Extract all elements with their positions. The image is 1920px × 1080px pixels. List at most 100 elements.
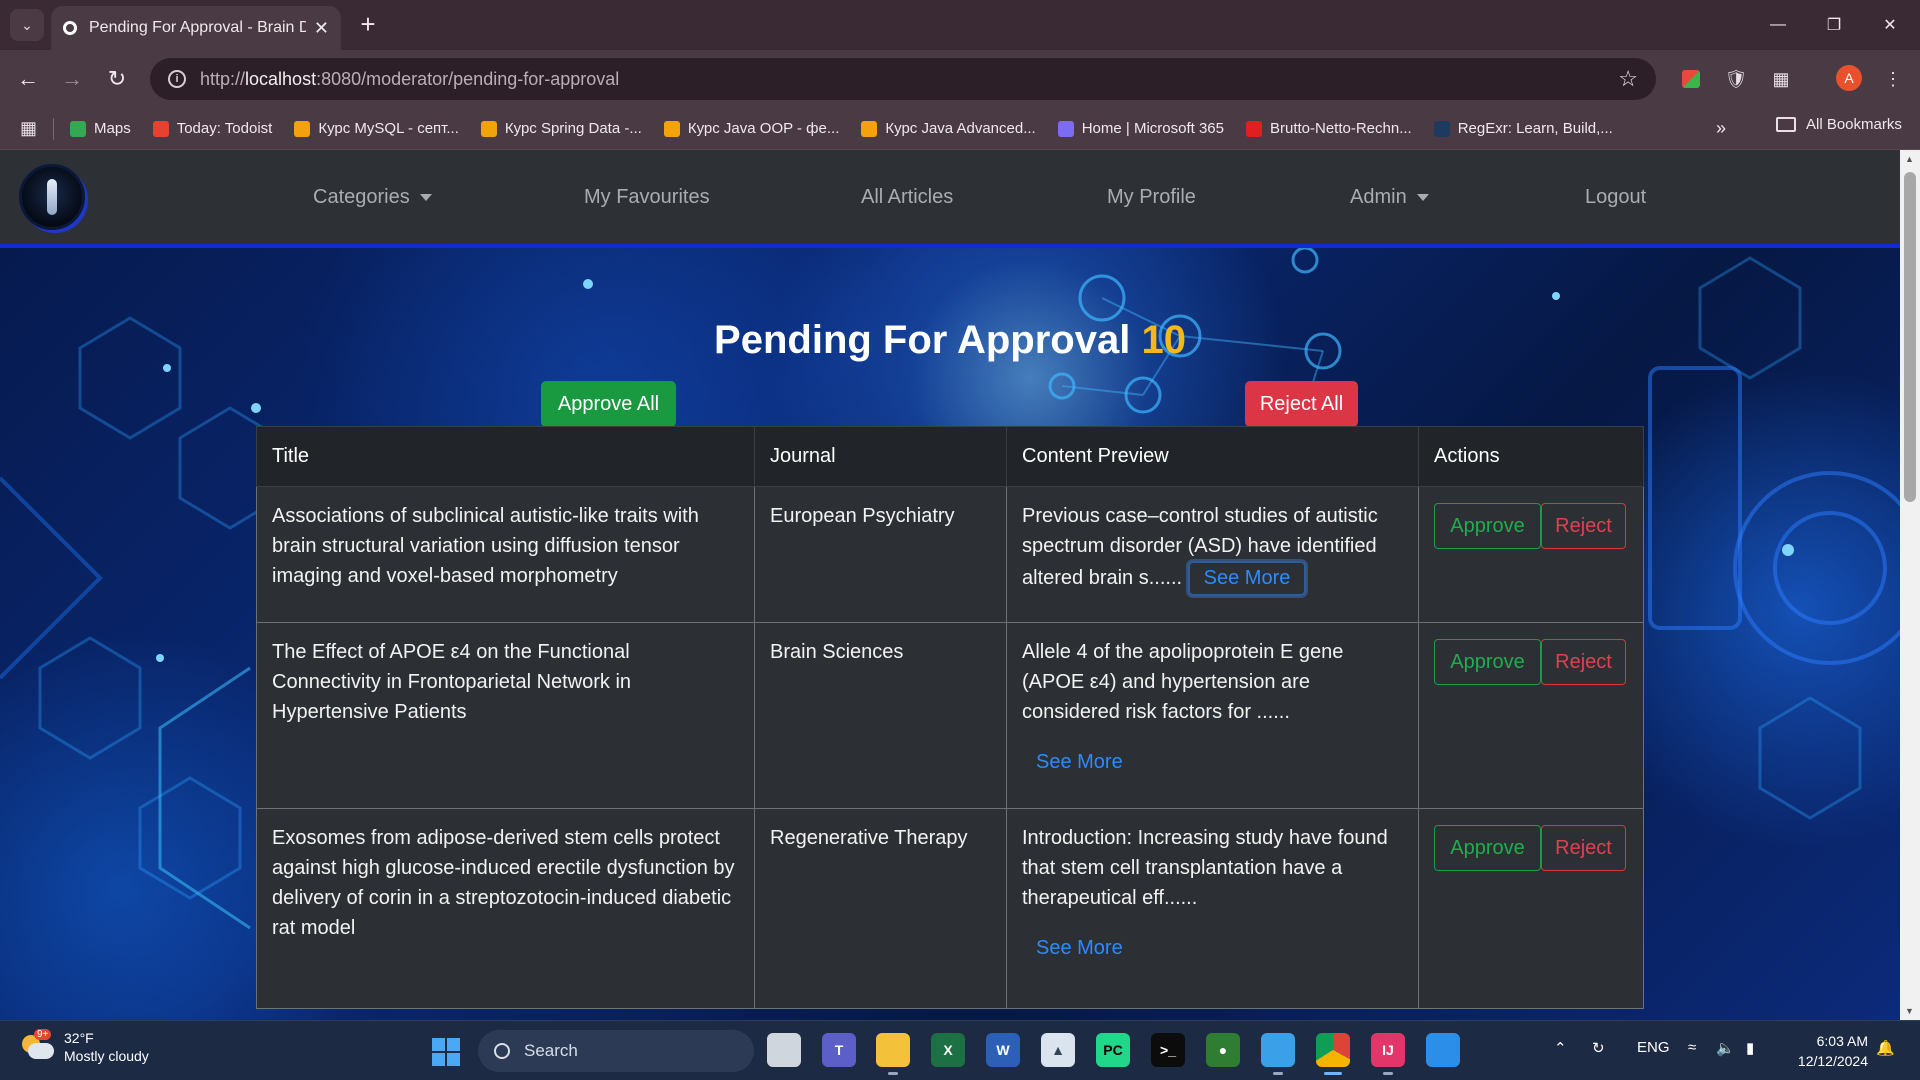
bookmark-item[interactable]: Курс Java OOP - фе... (663, 120, 840, 137)
url-text[interactable]: http://localhost:8080/moderator/pending-… (200, 69, 1618, 90)
scrollbar-thumb[interactable] (1904, 172, 1916, 502)
extension-color-icon[interactable] (1676, 64, 1706, 94)
bookmark-star-icon[interactable]: ☆ (1618, 66, 1638, 92)
reject-button[interactable]: Reject (1541, 825, 1626, 871)
bookmark-item[interactable]: Home | Microsoft 365 (1057, 120, 1224, 137)
bookmark-item[interactable]: Курс Spring Data -... (480, 120, 642, 137)
scroll-up-arrow-icon[interactable]: ▲ (1905, 154, 1914, 164)
article-title-cell: Exosomes from adipose-derived stem cells… (256, 808, 755, 1009)
bookmark-item[interactable]: Today: Todoist (152, 120, 272, 137)
windows-taskbar: 9+ 32°F Mostly cloudy Search T X W ▲ PC … (0, 1020, 1920, 1080)
start-button[interactable] (432, 1038, 460, 1066)
nav-my-profile[interactable]: My Profile (1107, 186, 1196, 209)
pending-articles-table-wrap: Title Journal Content Preview Actions As… (256, 426, 1644, 1009)
reject-button[interactable]: Reject (1541, 503, 1626, 549)
journal-cell: Brain Sciences (754, 622, 1007, 809)
page-scrollbar[interactable]: ▲ ▼ (1900, 150, 1920, 1020)
terminal-icon[interactable]: >_ (1151, 1033, 1185, 1067)
journal-cell: European Psychiatry (754, 486, 1007, 623)
bookmark-favicon-icon (1245, 120, 1262, 137)
bookmark-favicon-icon (861, 120, 878, 137)
approve-button[interactable]: Approve (1434, 825, 1541, 871)
tab-search-button[interactable]: ⌄ (10, 9, 44, 41)
browser-tab-active[interactable]: Pending For Approval - Brain Di ✕ (51, 6, 341, 50)
journal-cell: Regenerative Therapy (754, 808, 1007, 1009)
see-more-button[interactable]: See More (1022, 747, 1137, 778)
intellij-icon[interactable]: IJ (1371, 1033, 1405, 1075)
weather-badge: 9+ (34, 1029, 52, 1040)
caret-down-icon (1416, 194, 1429, 202)
bookmark-item[interactable]: Maps (70, 120, 131, 137)
shield-extension-icon[interactable]: 🛡 (1721, 64, 1751, 94)
restore-button[interactable]: ❐ (1806, 0, 1862, 50)
bookmark-item[interactable]: RegExr: Learn, Build,... (1433, 120, 1613, 137)
apps-grid-icon[interactable]: ▦ (20, 118, 37, 139)
image-viewer-icon[interactable]: ▲ (1041, 1033, 1075, 1067)
column-header-title: Title (256, 426, 755, 487)
approve-all-button[interactable]: Approve All (541, 381, 676, 427)
chrome-icon[interactable] (1316, 1033, 1350, 1075)
reload-button[interactable]: ↻ (102, 64, 132, 94)
approve-button[interactable]: Approve (1434, 503, 1541, 549)
robot-figure-icon (47, 179, 57, 215)
bookmark-favicon-icon (294, 120, 311, 137)
nav-all-articles[interactable]: All Articles (861, 186, 953, 209)
extensions-puzzle-icon[interactable]: ▦ (1766, 64, 1796, 94)
bookmark-item[interactable]: Курс MySQL - септ... (294, 120, 459, 137)
site-logo[interactable] (19, 164, 85, 230)
page-title: Pending For Approval 10 (714, 318, 1186, 362)
nav-admin-dropdown[interactable]: Admin (1350, 186, 1429, 209)
pycharm-icon[interactable]: PC (1096, 1033, 1130, 1067)
wifi-icon[interactable]: ≈ (1688, 1039, 1696, 1056)
content-preview-cell: Allele 4 of the apolipoprotein E gene (A… (1006, 622, 1419, 809)
teams-icon[interactable]: T (822, 1033, 856, 1067)
chevron-down-icon: ⌄ (21, 16, 33, 33)
site-info-icon[interactable]: i (168, 70, 186, 88)
more-bookmarks-icon[interactable]: » (1716, 118, 1726, 139)
actions-cell: Approve Reject (1418, 622, 1644, 809)
taskbar-search[interactable]: Search (478, 1030, 754, 1072)
task-view-icon[interactable] (767, 1033, 801, 1067)
address-bar[interactable]: i http://localhost:8080/moderator/pendin… (150, 58, 1656, 100)
scroll-down-arrow-icon[interactable]: ▼ (1905, 1006, 1914, 1016)
article-title-cell: The Effect of APOE ε4 on the Functional … (256, 622, 755, 809)
profile-avatar[interactable]: A (1836, 65, 1862, 91)
weather-cloudy-icon: 9+ (20, 1029, 54, 1061)
new-tab-button[interactable]: + (352, 9, 384, 41)
see-more-button[interactable]: See More (1022, 933, 1137, 964)
search-label: Search (524, 1041, 578, 1060)
minimize-button[interactable]: — (1750, 0, 1806, 50)
volume-icon[interactable]: 🔈 (1716, 1039, 1735, 1057)
notification-bell-icon[interactable]: 🔔 (1876, 1039, 1895, 1057)
nav-logout[interactable]: Logout (1585, 186, 1646, 209)
all-bookmarks-button[interactable]: All Bookmarks (1776, 116, 1902, 133)
sync-icon[interactable]: ↻ (1592, 1039, 1605, 1057)
bookmarks-divider (53, 117, 55, 140)
nav-categories-dropdown[interactable]: Categories (313, 186, 432, 209)
paint-icon[interactable] (1426, 1033, 1460, 1067)
notepad-icon[interactable] (1261, 1033, 1295, 1075)
battery-icon[interactable]: ▮ (1746, 1039, 1754, 1057)
bookmark-item[interactable]: Курс Java Advanced... (861, 120, 1036, 137)
nav-my-favourites[interactable]: My Favourites (584, 186, 710, 209)
see-more-button[interactable]: See More (1187, 561, 1307, 596)
approve-button[interactable]: Approve (1434, 639, 1541, 685)
page-viewport: Categories My Favourites All Articles My… (0, 150, 1920, 1020)
lock-app-icon[interactable]: ● (1206, 1033, 1240, 1067)
word-icon[interactable]: W (986, 1033, 1020, 1067)
back-button[interactable]: ← (13, 64, 43, 94)
reject-all-button[interactable]: Reject All (1245, 381, 1358, 427)
bookmark-item[interactable]: Brutto-Netto-Rechn... (1245, 120, 1412, 137)
chevron-up-icon[interactable]: ⌃ (1554, 1039, 1567, 1057)
tab-close-icon[interactable]: ✕ (314, 18, 329, 39)
weather-widget[interactable]: 9+ 32°F Mostly cloudy (20, 1029, 149, 1065)
browser-menu-icon[interactable]: ⋮ (1878, 64, 1908, 94)
input-language[interactable]: ENG (1637, 1039, 1670, 1056)
excel-icon[interactable]: X (931, 1033, 965, 1067)
forward-button[interactable]: → (57, 64, 87, 94)
file-explorer-icon[interactable] (876, 1033, 910, 1075)
close-window-button[interactable]: ✕ (1862, 0, 1918, 50)
system-clock[interactable]: 6:03 AM 12/12/2024 (1786, 1031, 1868, 1071)
bookmark-label: Курс Java OOP - фе... (687, 120, 840, 137)
reject-button[interactable]: Reject (1541, 639, 1626, 685)
